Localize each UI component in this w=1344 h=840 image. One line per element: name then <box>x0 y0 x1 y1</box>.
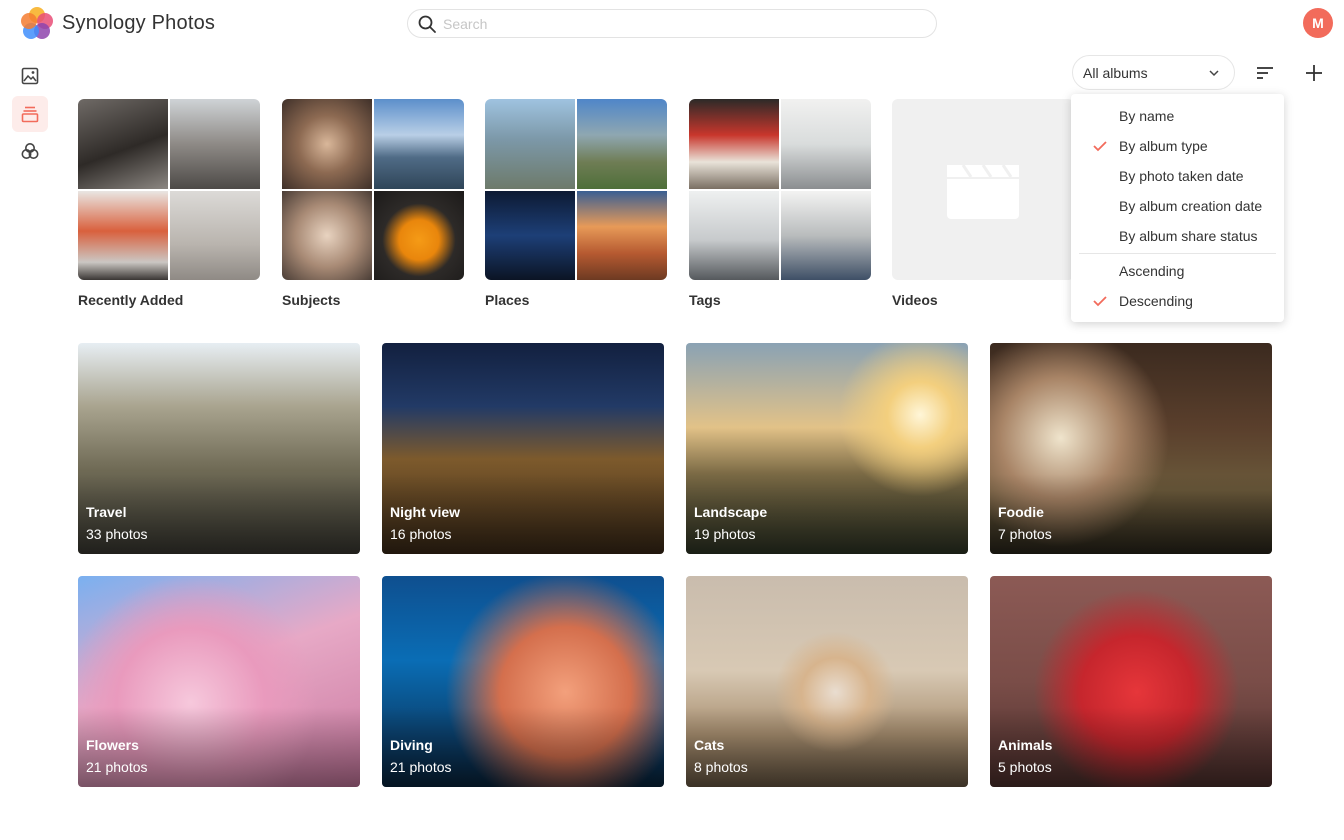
category-recently-added[interactable]: Recently Added <box>78 99 260 308</box>
plus-icon <box>1306 65 1322 81</box>
thumb-photo <box>485 99 575 189</box>
menu-item-label: By photo taken date <box>1119 168 1244 184</box>
menu-item-label: Descending <box>1119 293 1193 309</box>
album-card-flowers[interactable]: Flowers 21 photos <box>78 576 360 787</box>
menu-divider <box>1079 253 1276 254</box>
album-count: 19 photos <box>694 526 756 542</box>
sort-option-by-album-share-status[interactable]: By album share status <box>1071 221 1284 251</box>
menu-item-label: By album creation date <box>1119 198 1263 214</box>
photos-icon <box>21 67 39 85</box>
album-count: 5 photos <box>998 759 1052 775</box>
menu-item-label: By album type <box>1119 138 1208 154</box>
app-title: Synology Photos <box>62 12 216 34</box>
album-name: Travel <box>86 504 127 520</box>
order-option-descending[interactable]: Descending <box>1071 286 1284 316</box>
album-card-cats[interactable]: Cats 8 photos <box>686 576 968 787</box>
sort-option-by-name[interactable]: By name <box>1071 101 1284 131</box>
thumb-photo <box>689 99 779 189</box>
album-card-diving[interactable]: Diving 21 photos <box>382 576 664 787</box>
category-thumbnail <box>282 99 464 280</box>
thumb-photo <box>78 99 168 189</box>
album-name: Night view <box>390 504 461 520</box>
shared-space-icon <box>21 143 39 159</box>
checkmark-icon <box>1093 141 1107 152</box>
album-count: 21 photos <box>390 759 452 775</box>
thumb-photo <box>485 190 575 280</box>
sort-option-by-photo-taken-date[interactable]: By photo taken date <box>1071 161 1284 191</box>
album-card-travel[interactable]: Travel 33 photos <box>78 343 360 554</box>
search-bar[interactable] <box>407 9 937 38</box>
thumb-photo <box>577 99 667 189</box>
category-thumbnail <box>689 99 871 280</box>
category-label: Subjects <box>282 292 341 308</box>
category-label: Videos <box>892 292 938 308</box>
order-option-ascending[interactable]: Ascending <box>1071 256 1284 286</box>
album-count: 21 photos <box>86 759 148 775</box>
category-subjects[interactable]: Subjects <box>282 99 464 308</box>
user-avatar[interactable]: M <box>1303 8 1333 38</box>
app-window: Synology Photos M All albums <box>0 0 1344 840</box>
thumb-photo <box>170 99 260 189</box>
album-filter-label: All albums <box>1083 64 1148 81</box>
thumb-photo <box>282 190 372 280</box>
category-label: Places <box>485 292 530 308</box>
thumb-photo <box>781 190 871 280</box>
thumb-photo <box>781 99 871 189</box>
album-count: 16 photos <box>390 526 452 542</box>
category-thumbnail <box>485 99 667 280</box>
album-name: Flowers <box>86 737 139 753</box>
card-shade <box>686 707 968 787</box>
menu-item-label: By album share status <box>1119 228 1258 244</box>
sidebar-item-photos[interactable] <box>12 58 48 94</box>
menu-item-label: Ascending <box>1119 263 1185 279</box>
thumb-photo <box>78 190 168 280</box>
sidebar-item-shared-space[interactable] <box>12 133 48 169</box>
sort-menu: By name By album type By photo taken dat… <box>1071 94 1284 322</box>
category-label: Tags <box>689 292 721 308</box>
video-clapper-icon <box>947 163 1019 219</box>
albums-icon <box>21 106 39 123</box>
chevron-down-icon <box>1209 70 1219 77</box>
thumb-photo <box>282 99 372 189</box>
thumb-photo <box>689 190 779 280</box>
thumb-photo <box>577 190 667 280</box>
category-tags[interactable]: Tags <box>689 99 871 308</box>
album-name: Animals <box>998 737 1053 753</box>
category-label: Recently Added <box>78 292 184 308</box>
sort-option-by-album-creation-date[interactable]: By album creation date <box>1071 191 1284 221</box>
category-videos[interactable]: Videos <box>892 99 1074 308</box>
add-album-button[interactable] <box>1296 55 1332 91</box>
menu-item-label: By name <box>1119 108 1175 124</box>
album-name: Diving <box>390 737 433 753</box>
synology-photos-logo <box>21 7 53 39</box>
search-input[interactable] <box>443 15 913 32</box>
thumb-photo <box>374 99 464 189</box>
thumb-photo <box>374 190 464 280</box>
sort-button[interactable] <box>1247 55 1283 91</box>
album-count: 33 photos <box>86 526 148 542</box>
category-thumbnail <box>78 99 260 280</box>
checkmark-icon <box>1093 296 1107 307</box>
album-card-animals[interactable]: Animals 5 photos <box>990 576 1272 787</box>
sort-icon <box>1257 67 1273 79</box>
thumb-photo <box>170 190 260 280</box>
album-name: Foodie <box>998 504 1044 520</box>
album-filter-dropdown[interactable]: All albums <box>1072 55 1235 90</box>
search-icon <box>418 15 436 33</box>
album-name: Landscape <box>694 504 768 520</box>
album-card-landscape[interactable]: Landscape 19 photos <box>686 343 968 554</box>
album-card-night-view[interactable]: Night view 16 photos <box>382 343 664 554</box>
album-card-foodie[interactable]: Foodie 7 photos <box>990 343 1272 554</box>
album-count: 8 photos <box>694 759 748 775</box>
sort-option-by-album-type[interactable]: By album type <box>1071 131 1284 161</box>
category-places[interactable]: Places <box>485 99 667 308</box>
category-thumbnail <box>892 99 1074 280</box>
album-name: Cats <box>694 737 725 753</box>
album-count: 7 photos <box>998 526 1052 542</box>
sidebar-item-albums[interactable] <box>12 96 48 132</box>
